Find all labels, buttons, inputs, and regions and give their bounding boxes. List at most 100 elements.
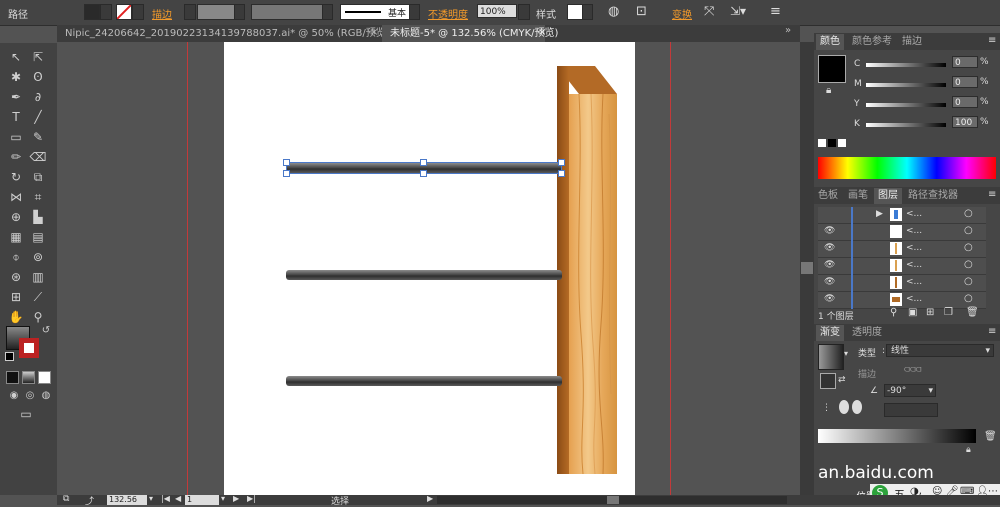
tab-brushes[interactable]: 画笔 — [848, 188, 868, 204]
close-tab-icon[interactable]: × — [370, 27, 378, 38]
gradient-preview[interactable] — [818, 344, 844, 370]
zoom-input[interactable]: 132.56 — [107, 495, 147, 505]
channel-k-slider[interactable] — [866, 123, 946, 127]
channel-m-slider[interactable] — [866, 83, 946, 87]
delete-layer-icon[interactable]: 🗑︎ — [966, 307, 979, 318]
fill-dropdown-icon[interactable] — [100, 4, 112, 20]
panel-menu-icon[interactable]: ≡ — [988, 189, 996, 200]
stroke-weight-dropdown[interactable] — [234, 4, 245, 20]
tab-pathfinder[interactable]: 路径查找器 — [908, 188, 958, 204]
opacity-label[interactable]: 不透明度 — [428, 6, 468, 21]
canvas-area[interactable] — [57, 42, 800, 495]
stroke-label[interactable]: 描边 — [152, 6, 172, 21]
artboard-dropdown-icon[interactable]: ▾ — [221, 494, 225, 503]
eyedropper-tool-icon[interactable]: ⌽ — [6, 249, 26, 265]
lasso-tool-icon[interactable]: ʘ — [28, 69, 48, 85]
prev-artboard-icon[interactable]: ◀ — [175, 494, 181, 503]
rotate-tool-icon[interactable]: ↻ — [6, 169, 26, 185]
reverse-gradient-icon[interactable]: ⇄ — [838, 375, 846, 385]
style-swatch[interactable] — [567, 4, 583, 20]
gradient-tool-icon[interactable]: ▤ — [28, 229, 48, 245]
stroke-color-swatch[interactable] — [19, 338, 39, 358]
vertical-scrollbar[interactable] — [800, 42, 814, 495]
artboard-tool-icon[interactable]: ⊞ — [6, 289, 26, 305]
expand-arrow-icon[interactable]: ▶ — [876, 209, 883, 219]
gradient-stop-markers[interactable] — [838, 400, 874, 414]
aspect-ratio-input[interactable] — [884, 403, 938, 417]
brush-dropdown[interactable] — [409, 4, 420, 20]
channel-y-input[interactable]: 0 — [952, 96, 978, 108]
gradient-slider[interactable] — [818, 429, 976, 443]
new-layer-icon[interactable]: ❐ — [944, 307, 953, 318]
stroke-weight-input[interactable] — [197, 4, 235, 20]
metal-rod[interactable] — [286, 270, 562, 280]
curvature-tool-icon[interactable]: ∂ — [28, 89, 48, 105]
opacity-dropdown[interactable] — [518, 4, 530, 20]
white-swatch[interactable] — [838, 139, 846, 147]
stroke-swatch[interactable] — [116, 4, 132, 20]
scrollbar-thumb[interactable] — [607, 496, 619, 504]
transform-label[interactable]: 变换 — [672, 6, 692, 21]
panel-menu-icon[interactable]: ≡ — [988, 326, 996, 337]
selection-handle[interactable] — [558, 170, 565, 177]
close-tab-icon[interactable]: × — [538, 27, 546, 38]
paintbrush-tool-icon[interactable]: ✎ — [28, 129, 48, 145]
layer-row[interactable]: 👁︎ <... ○ — [818, 241, 986, 258]
target-icon[interactable]: ○ — [964, 208, 973, 219]
scrollbar-thumb[interactable] — [801, 262, 813, 274]
channel-c-input[interactable]: 0 — [952, 56, 978, 68]
gradient-type-select[interactable]: 线性 ▾ — [886, 344, 994, 357]
isolate-icon[interactable]: ⤧ — [704, 4, 714, 19]
next-artboard-icon[interactable]: ▶ — [233, 494, 239, 503]
opacity-input[interactable]: 100% — [477, 4, 517, 18]
blend-tool-icon[interactable]: ⊚ — [28, 249, 48, 265]
layer-row[interactable]: 👁︎ <... ○ — [818, 275, 986, 292]
hand-tool-icon[interactable]: ✋ — [6, 309, 26, 325]
magic-wand-tool-icon[interactable]: ✱ — [6, 69, 26, 85]
channel-k-input[interactable]: 100 — [952, 116, 978, 128]
swap-colors-icon[interactable]: ↺ — [36, 323, 56, 339]
slice-tool-icon[interactable]: ⟋ — [28, 289, 48, 305]
brush-definition[interactable]: 基本 — [340, 4, 410, 20]
stroke-weight-stepper[interactable] — [184, 4, 196, 20]
target-icon[interactable]: ○ — [964, 276, 973, 287]
panel-menu-icon[interactable]: ≡ — [770, 4, 781, 19]
fill-color-preview[interactable] — [818, 55, 846, 83]
layer-row[interactable]: 👁︎ <... ○ — [818, 258, 986, 275]
tab-color-guide[interactable]: 颜色参考 — [852, 34, 892, 50]
align-options-icon[interactable]: ⊡ — [636, 4, 647, 19]
target-icon[interactable]: ○ — [964, 225, 973, 236]
pencil-tool-icon[interactable]: ✏ — [6, 149, 26, 165]
artboard[interactable] — [224, 42, 635, 495]
visibility-eye-icon[interactable]: 👁︎ — [824, 277, 835, 287]
delete-stop-icon[interactable]: 🗑︎ — [984, 431, 997, 442]
tab-gradient[interactable]: 渐变 — [816, 325, 844, 341]
new-sublayer-icon[interactable]: ⊞ — [926, 307, 934, 318]
channel-c-slider[interactable] — [866, 63, 946, 67]
screen-mode-icon[interactable]: ▭ — [16, 406, 36, 422]
first-artboard-icon[interactable]: |◀ — [161, 494, 170, 503]
color-spectrum[interactable] — [818, 157, 996, 179]
locate-object-icon[interactable]: ⚲ — [890, 307, 897, 318]
width-tool-icon[interactable]: ⋈ — [6, 189, 26, 205]
last-artboard-icon[interactable]: ▶| — [247, 494, 256, 503]
aspect-ratio-icon[interactable]: ⋮ — [822, 403, 831, 413]
status-menu-icon[interactable]: ▶ — [427, 494, 433, 503]
out-of-gamut-icon[interactable]: 🔒︎ — [826, 85, 831, 96]
metal-rod[interactable] — [286, 376, 562, 386]
target-icon[interactable]: ○ — [964, 293, 973, 304]
color-mode-icon[interactable] — [6, 371, 19, 384]
direct-selection-tool-icon[interactable]: ⇱ — [28, 49, 48, 65]
tab-untitled-document[interactable]: 未标题-5* @ 132.56% (CMYK/预览) — [382, 25, 558, 42]
eraser-tool-icon[interactable]: ⌫ — [28, 149, 48, 165]
visibility-eye-icon[interactable]: 👁︎ — [824, 243, 835, 253]
stroke-gradient-options-icon[interactable]: ⫏⫏⫏ — [904, 364, 922, 375]
gradient-mode-icon[interactable] — [22, 371, 35, 384]
none-mode-icon[interactable] — [38, 371, 51, 384]
type-tool-icon[interactable]: T — [6, 109, 26, 125]
tab-layers[interactable]: 图层 — [874, 188, 902, 204]
column-graph-tool-icon[interactable]: ▥ — [28, 269, 48, 285]
plank-front[interactable] — [569, 93, 617, 475]
default-colors-icon[interactable] — [5, 352, 14, 361]
zoom-dropdown-icon[interactable]: ▾ — [149, 494, 153, 503]
